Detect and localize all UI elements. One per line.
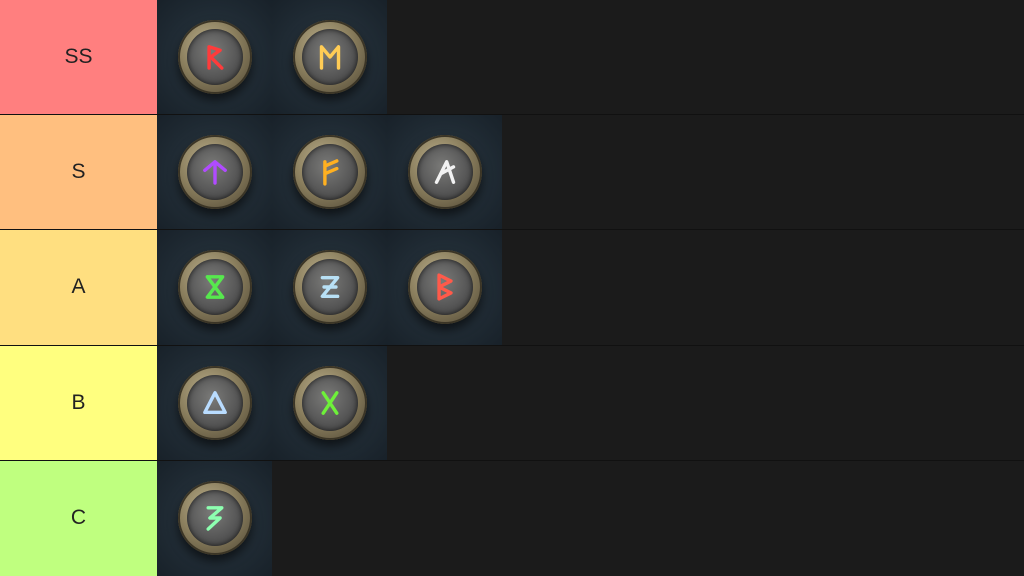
- orange-rune-icon: [301, 144, 358, 201]
- green-rune-icon: [186, 259, 243, 316]
- rune-card[interactable]: [157, 345, 272, 460]
- tier-label-s[interactable]: S: [0, 115, 157, 230]
- mint-rune-icon: [186, 490, 243, 547]
- tier-row-ss: SS: [0, 0, 1024, 116]
- tier-items-c[interactable]: [157, 460, 1024, 576]
- rune-card[interactable]: [387, 230, 502, 345]
- rune-card[interactable]: [157, 230, 272, 345]
- tier-row-b: B: [0, 345, 1024, 461]
- gold-rune-icon: [301, 29, 358, 86]
- purple-rune-icon: [186, 144, 243, 201]
- rune-card[interactable]: [272, 230, 387, 345]
- tier-row-a: A: [0, 230, 1024, 346]
- white-rune-icon: [416, 144, 473, 201]
- rune-card[interactable]: [387, 115, 502, 230]
- coral-rune-icon: [416, 259, 473, 316]
- tier-row-c: C: [0, 460, 1024, 576]
- rune-card[interactable]: [157, 0, 272, 115]
- pale-blue-rune-icon: [301, 259, 358, 316]
- lime-rune-icon: [301, 374, 358, 431]
- rune-card[interactable]: [272, 345, 387, 460]
- light-blue-rune-icon: [186, 374, 243, 431]
- tier-items-s[interactable]: [157, 115, 1024, 230]
- tier-row-s: S: [0, 115, 1024, 231]
- tier-label-a[interactable]: A: [0, 230, 157, 345]
- tier-label-c[interactable]: C: [0, 460, 157, 576]
- tier-label-b[interactable]: B: [0, 345, 157, 460]
- tier-items-ss[interactable]: [157, 0, 1024, 115]
- red-rune-icon: [186, 29, 243, 86]
- tier-list: SS S A B C: [0, 0, 1024, 576]
- tier-items-a[interactable]: [157, 230, 1024, 345]
- tier-label-ss[interactable]: SS: [0, 0, 157, 115]
- rune-card[interactable]: [157, 115, 272, 230]
- rune-card[interactable]: [157, 460, 272, 576]
- tier-items-b[interactable]: [157, 345, 1024, 460]
- rune-card[interactable]: [272, 115, 387, 230]
- rune-card[interactable]: [272, 0, 387, 115]
